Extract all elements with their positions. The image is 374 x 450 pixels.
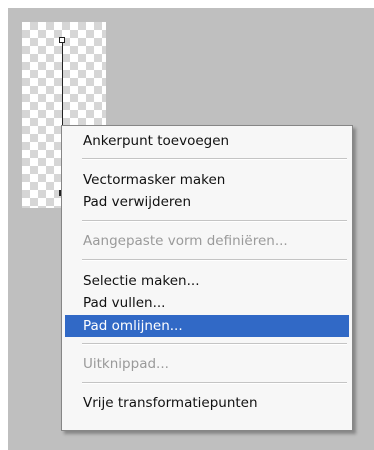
menu-item-make-selection[interactable]: Selectie maken...: [65, 270, 349, 292]
menu-item-add-anchor-point[interactable]: Ankerpunt toevoegen: [65, 130, 349, 152]
anchor-point-top[interactable]: [59, 37, 65, 43]
menu-separator: [82, 382, 347, 384]
menu-item-delete-path[interactable]: Pad verwijderen: [65, 191, 349, 213]
menu-item-define-custom-shape: Aangepaste vorm definiëren...: [83, 233, 288, 249]
menu-item-stroke-path[interactable]: Pad omlijnen...: [65, 315, 349, 337]
menu-item-clipping-path: Uitknippad...: [83, 356, 169, 372]
menu-separator: [82, 220, 347, 222]
menu-separator: [82, 158, 347, 160]
menu-separator: [82, 259, 347, 261]
menu-separator: [82, 343, 347, 345]
menu-item-fill-path[interactable]: Pad vullen...: [65, 292, 349, 314]
menu-item-free-transform-points[interactable]: Vrije transformatiepunten: [65, 392, 349, 414]
menu-item-make-vector-mask[interactable]: Vectormasker maken: [65, 169, 349, 191]
path-context-menu: Ankerpunt toevoegen Vectormasker maken P…: [61, 125, 353, 431]
